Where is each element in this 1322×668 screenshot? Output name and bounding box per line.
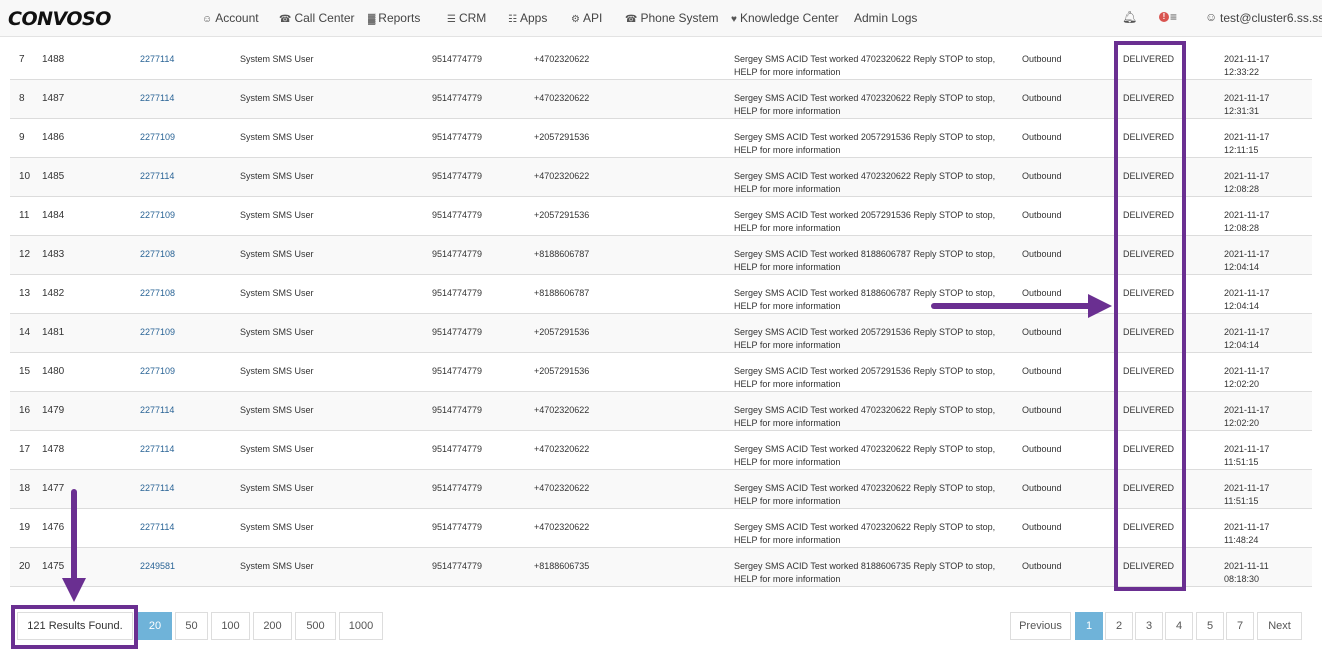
arrow-head-down <box>62 578 86 602</box>
annotation-arrows <box>62 294 1112 602</box>
arrow-head-right <box>1088 294 1112 318</box>
